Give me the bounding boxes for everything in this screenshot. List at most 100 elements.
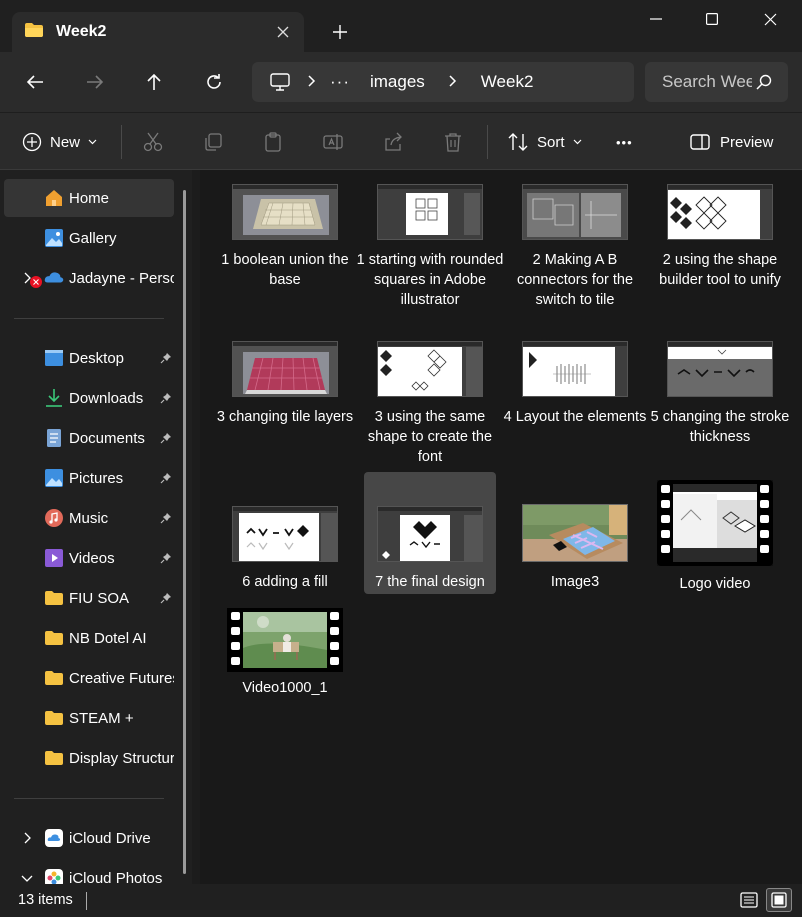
file-thumbnail	[377, 506, 483, 562]
file-item[interactable]: Image3	[509, 504, 641, 592]
close-icon	[764, 13, 776, 25]
sidebar-item-downloads[interactable]: Downloads	[4, 379, 174, 417]
pin-icon[interactable]	[159, 431, 173, 445]
back-button[interactable]	[18, 65, 52, 99]
clipboard-icon	[265, 132, 281, 152]
minimize-button[interactable]	[627, 0, 685, 38]
pin-icon[interactable]	[159, 391, 173, 405]
sidebar-item-fiu-soa[interactable]: FIU SOA	[4, 579, 174, 617]
toolbar-divider	[487, 125, 488, 159]
sidebar-scrollbar[interactable]	[183, 190, 186, 874]
delete-button[interactable]	[440, 129, 466, 155]
file-item-selected[interactable]: 7 the final design	[364, 472, 496, 594]
minimize-icon	[650, 18, 662, 20]
file-item[interactable]: 4 Layout the elements	[504, 341, 646, 427]
sidebar-item-icloud-drive[interactable]: iCloud Drive	[4, 819, 174, 857]
home-icon	[44, 188, 64, 208]
sidebar-item-documents[interactable]: Documents	[4, 419, 174, 457]
share-icon	[385, 132, 402, 151]
pin-icon[interactable]	[159, 591, 173, 605]
sidebar-item-display-structure[interactable]: Display Structure	[4, 739, 174, 777]
cut-button[interactable]	[140, 129, 166, 155]
file-item[interactable]: 1 boolean union the base	[219, 184, 351, 290]
file-item[interactable]: 6 adding a fill	[219, 506, 351, 592]
up-button[interactable]	[137, 65, 171, 99]
close-window-button[interactable]	[741, 0, 799, 38]
file-name: Video1000_1	[242, 680, 328, 696]
forward-button[interactable]	[78, 65, 112, 99]
file-item[interactable]: 1 starting with rounded squares in Adobe…	[357, 184, 503, 310]
file-thumbnail	[377, 341, 483, 397]
large-icons-view-button[interactable]	[766, 888, 792, 912]
breadcrumb-overflow[interactable]: ···	[330, 72, 350, 92]
chevron-down-icon[interactable]	[20, 871, 34, 884]
plus-circle-icon	[22, 132, 42, 152]
sidebar-item-pictures[interactable]: Pictures	[4, 459, 174, 497]
sidebar-item-steam[interactable]: STEAM +	[4, 699, 174, 737]
sidebar-item-creative-futures[interactable]: Creative Futures	[4, 659, 174, 697]
copy-button[interactable]	[200, 129, 226, 155]
sidebar-item-home[interactable]: Home	[4, 179, 174, 217]
pin-icon[interactable]	[159, 351, 173, 365]
sidebar-label: Downloads	[69, 389, 144, 407]
preview-pane-button[interactable]: Preview	[690, 127, 773, 157]
tab-week2[interactable]: Week2	[12, 12, 304, 52]
close-tab-button[interactable]	[272, 21, 294, 43]
details-view-icon	[740, 892, 758, 908]
toolbar-divider	[121, 125, 122, 159]
sidebar-item-videos[interactable]: Videos	[4, 539, 174, 577]
plus-icon	[333, 25, 347, 39]
file-item[interactable]: Logo video	[649, 480, 781, 594]
refresh-icon	[207, 74, 221, 89]
search-icon	[756, 74, 772, 90]
sidebar-item-nb-dotel-ai[interactable]: NB Dotel AI	[4, 619, 174, 657]
details-view-button[interactable]	[736, 888, 762, 912]
share-button[interactable]	[380, 129, 406, 155]
chevron-down-icon	[573, 139, 582, 145]
file-item[interactable]: Video1000_1	[219, 608, 351, 698]
file-item[interactable]: 3 using the same shape to create the fon…	[364, 341, 496, 467]
file-item[interactable]: 5 changing the stroke thickness	[651, 341, 789, 447]
breadcrumb-week2[interactable]: Week2	[481, 72, 534, 92]
pin-icon[interactable]	[159, 511, 173, 525]
chevron-right-icon	[449, 72, 457, 92]
pin-icon[interactable]	[159, 471, 173, 485]
breadcrumb-images[interactable]: images	[370, 72, 425, 92]
maximize-button[interactable]	[683, 0, 741, 38]
address-bar[interactable]: ··· images Week2	[252, 62, 634, 102]
icloud-icon	[44, 828, 64, 848]
sidebar-label: iCloud Drive	[69, 829, 151, 847]
copy-icon	[205, 133, 222, 151]
file-item[interactable]: 2 Making A B connectors for the switch t…	[509, 184, 641, 310]
sidebar-label: Desktop	[69, 349, 125, 367]
sort-button[interactable]: Sort	[507, 127, 582, 157]
more-options-button[interactable]: •••	[616, 127, 633, 157]
sidebar-label: Pictures	[69, 469, 124, 487]
sidebar-item-gallery[interactable]: Gallery	[4, 219, 174, 257]
desktop-icon	[44, 348, 64, 368]
file-item[interactable]: 3 changing tile layers	[217, 341, 353, 427]
sidebar-label: Music	[69, 509, 109, 527]
this-pc-icon	[270, 73, 290, 91]
rename-button[interactable]	[320, 129, 346, 155]
sidebar-item-music[interactable]: Music	[4, 499, 174, 537]
search-box[interactable]: Search Week2	[645, 62, 788, 102]
file-item[interactable]: 2 using the shape builder tool to unify	[654, 184, 786, 290]
file-name: 7 the final design	[375, 574, 485, 590]
file-thumbnail	[522, 184, 628, 240]
search-input[interactable]: Search Week2	[662, 72, 752, 92]
paste-button[interactable]	[260, 129, 286, 155]
pin-icon[interactable]	[159, 551, 173, 565]
new-tab-button[interactable]	[326, 18, 354, 46]
sidebar-item-icloud-photos[interactable]: iCloud Photos	[4, 859, 174, 884]
sidebar-item-desktop[interactable]: Desktop	[4, 339, 174, 377]
sidebar-item-onedrive[interactable]: Jadayne - Personal	[4, 259, 174, 297]
file-name: Image3	[550, 574, 600, 590]
status-bar: 13 items	[0, 884, 802, 917]
chevron-right-icon[interactable]	[20, 831, 34, 845]
folder-icon	[44, 668, 64, 688]
new-button[interactable]: New	[22, 127, 97, 157]
video-thumbnail	[657, 480, 773, 566]
navigation-pane: Home Gallery Jadayne - Personal Desktop …	[0, 170, 192, 884]
refresh-button[interactable]	[197, 65, 231, 99]
